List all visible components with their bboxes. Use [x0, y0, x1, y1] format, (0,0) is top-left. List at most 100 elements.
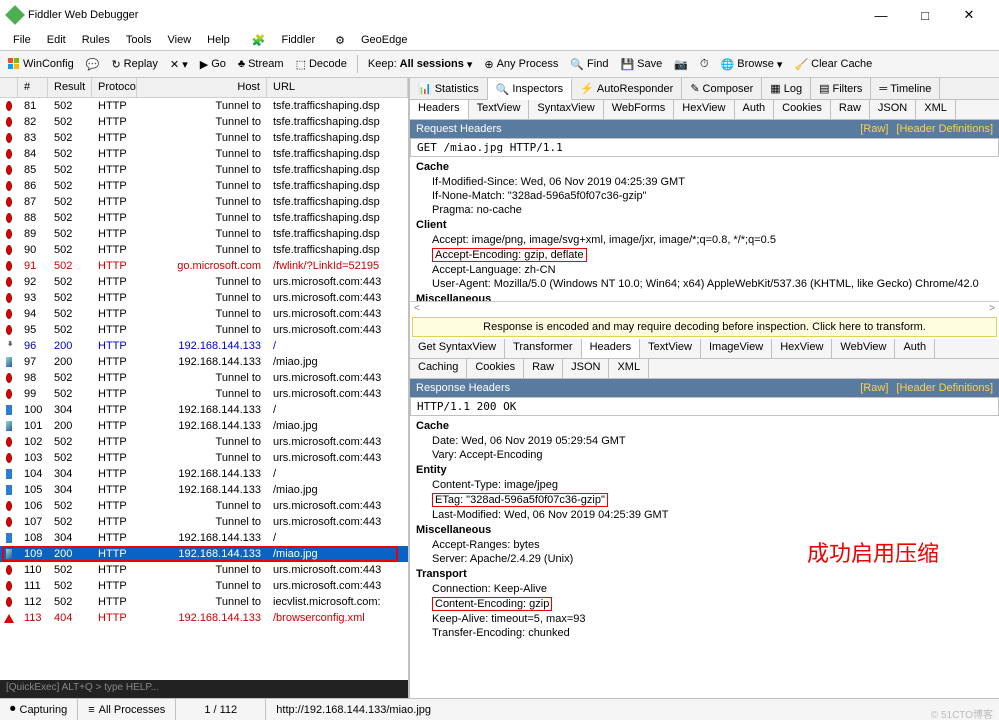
- raw-link[interactable]: [Raw]: [860, 123, 888, 135]
- sessions-grid[interactable]: 81 502 HTTP Tunnel to tsfe.trafficshapin…: [0, 98, 408, 680]
- screenshot-button[interactable]: 📷: [670, 56, 692, 73]
- req-tab-raw[interactable]: Raw: [831, 100, 870, 119]
- menu-file[interactable]: File: [6, 32, 38, 48]
- session-row[interactable]: 111 502 HTTP Tunnel to urs.microsoft.com…: [0, 578, 408, 594]
- session-row[interactable]: 103 502 HTTP Tunnel to urs.microsoft.com…: [0, 450, 408, 466]
- session-row[interactable]: 97 200 HTTP 192.168.144.133 /miao.jpg: [0, 354, 408, 370]
- maximize-button[interactable]: □: [903, 1, 947, 29]
- process-filter[interactable]: ≡ All Processes: [78, 699, 176, 720]
- session-row[interactable]: 93 502 HTTP Tunnel to urs.microsoft.com:…: [0, 290, 408, 306]
- session-row[interactable]: 108 304 HTTP 192.168.144.133 /: [0, 530, 408, 546]
- tree-item[interactable]: User-Agent: Mozilla/5.0 (Windows NT 10.0…: [414, 277, 995, 291]
- session-row[interactable]: 107 502 HTTP Tunnel to urs.microsoft.com…: [0, 514, 408, 530]
- winconfig-button[interactable]: WinConfig: [4, 56, 78, 72]
- req-tab-syntaxview[interactable]: SyntaxView: [529, 100, 603, 119]
- resp-tab-cookies[interactable]: Cookies: [467, 359, 524, 378]
- remove-button[interactable]: ✕ ▾: [166, 56, 192, 73]
- replay-button[interactable]: ↻ Replay: [107, 56, 161, 73]
- request-tree[interactable]: CacheIf-Modified-Since: Wed, 06 Nov 2019…: [410, 157, 999, 301]
- tree-item[interactable]: ETag: "328ad-596a5f0f07c36-gzip": [414, 492, 995, 508]
- header-defs-link[interactable]: [Header Definitions]: [896, 123, 993, 135]
- tree-item[interactable]: Connection: Keep-Alive: [414, 582, 995, 596]
- session-row[interactable]: 86 502 HTTP Tunnel to tsfe.trafficshapin…: [0, 178, 408, 194]
- any-process-button[interactable]: ⊕ Any Process: [480, 56, 562, 73]
- session-row[interactable]: 87 502 HTTP Tunnel to tsfe.trafficshapin…: [0, 194, 408, 210]
- session-row[interactable]: 101 200 HTTP 192.168.144.133 /miao.jpg: [0, 418, 408, 434]
- tree-item[interactable]: Accept-Encoding: gzip, deflate: [414, 247, 995, 263]
- session-row[interactable]: 98 502 HTTP Tunnel to urs.microsoft.com:…: [0, 370, 408, 386]
- session-row[interactable]: 102 502 HTTP Tunnel to urs.microsoft.com…: [0, 434, 408, 450]
- resp-tab-caching[interactable]: Caching: [410, 359, 467, 378]
- menu-geoedge[interactable]: GeoEdge: [354, 32, 414, 48]
- session-row[interactable]: 96 200 HTTP 192.168.144.133 /: [0, 338, 408, 354]
- tree-item[interactable]: If-None-Match: "328ad-596a5f0f07c36-gzip…: [414, 189, 995, 203]
- session-row[interactable]: 109 200 HTTP 192.168.144.133 /miao.jpg: [0, 546, 408, 562]
- resp-tab-transformer[interactable]: Transformer: [505, 339, 582, 358]
- menu-edit[interactable]: Edit: [40, 32, 73, 48]
- timer-button[interactable]: ⏱: [696, 56, 713, 73]
- tree-item[interactable]: Accept: image/png, image/svg+xml, image/…: [414, 233, 995, 247]
- session-row[interactable]: 92 502 HTTP Tunnel to urs.microsoft.com:…: [0, 274, 408, 290]
- session-row[interactable]: 100 304 HTTP 192.168.144.133 /: [0, 402, 408, 418]
- req-tab-cookies[interactable]: Cookies: [774, 100, 831, 119]
- menu-rules[interactable]: Rules: [75, 32, 117, 48]
- go-button[interactable]: ▶ Go: [196, 56, 230, 73]
- req-tab-textview[interactable]: TextView: [469, 100, 530, 119]
- col-url[interactable]: URL: [267, 78, 408, 97]
- comment-button[interactable]: 💬: [82, 56, 104, 73]
- session-row[interactable]: 112 502 HTTP Tunnel to iecvlist.microsof…: [0, 594, 408, 610]
- resp-tab-auth[interactable]: Auth: [895, 339, 935, 358]
- keep-dropdown[interactable]: Keep: All sessions ▾: [364, 56, 476, 73]
- session-row[interactable]: 81 502 HTTP Tunnel to tsfe.trafficshapin…: [0, 98, 408, 114]
- tree-item[interactable]: Date: Wed, 06 Nov 2019 05:29:54 GMT: [414, 434, 995, 448]
- response-tree[interactable]: CacheDate: Wed, 06 Nov 2019 05:29:54 GMT…: [410, 416, 999, 642]
- session-row[interactable]: 110 502 HTTP Tunnel to urs.microsoft.com…: [0, 562, 408, 578]
- menu-view[interactable]: View: [161, 32, 199, 48]
- decode-warning-bar[interactable]: Response is encoded and may require deco…: [412, 317, 997, 337]
- session-row[interactable]: 94 502 HTTP Tunnel to urs.microsoft.com:…: [0, 306, 408, 322]
- req-tab-headers[interactable]: Headers: [410, 100, 469, 119]
- tree-item[interactable]: Content-Encoding: gzip: [414, 596, 995, 612]
- tab-inspectors[interactable]: 🔍 Inspectors: [488, 79, 572, 100]
- tab-composer[interactable]: ✎ Composer: [682, 78, 762, 99]
- resp-tab-hexview[interactable]: HexView: [772, 339, 832, 358]
- capturing-indicator[interactable]: ⏺ Capturing: [0, 699, 78, 720]
- minimize-button[interactable]: —: [859, 1, 903, 29]
- req-tab-xml[interactable]: XML: [916, 100, 956, 119]
- session-row[interactable]: 88 502 HTTP Tunnel to tsfe.trafficshapin…: [0, 210, 408, 226]
- col-host[interactable]: Host: [137, 78, 267, 97]
- session-row[interactable]: 95 502 HTTP Tunnel to urs.microsoft.com:…: [0, 322, 408, 338]
- resp-tab-textview[interactable]: TextView: [640, 339, 701, 358]
- resp-tab-imageview[interactable]: ImageView: [701, 339, 772, 358]
- clear-cache-button[interactable]: 🧹 Clear Cache: [790, 56, 876, 73]
- session-row[interactable]: 83 502 HTTP Tunnel to tsfe.trafficshapin…: [0, 130, 408, 146]
- session-row[interactable]: 113 404 HTTP 192.168.144.133 /browsercon…: [0, 610, 408, 626]
- tree-item[interactable]: Last-Modified: Wed, 06 Nov 2019 04:25:39…: [414, 508, 995, 522]
- req-tab-json[interactable]: JSON: [870, 100, 916, 119]
- resp-tab-raw[interactable]: Raw: [524, 359, 563, 378]
- save-button[interactable]: 💾 Save: [616, 56, 666, 73]
- tab-statistics[interactable]: 📊 Statistics: [410, 78, 488, 99]
- browse-button[interactable]: 🌐 Browse ▾: [717, 56, 787, 73]
- close-button[interactable]: ✕: [947, 1, 991, 29]
- resp-tab-json[interactable]: JSON: [563, 359, 609, 378]
- col-result[interactable]: Result: [48, 78, 92, 97]
- find-button[interactable]: 🔍 Find: [566, 56, 612, 73]
- col-num[interactable]: #: [18, 78, 48, 97]
- tree-item[interactable]: Accept-Language: zh-CN: [414, 263, 995, 277]
- tree-item[interactable]: Vary: Accept-Encoding: [414, 448, 995, 462]
- decode-button[interactable]: ⬚ Decode: [292, 56, 351, 73]
- session-row[interactable]: 89 502 HTTP Tunnel to tsfe.trafficshapin…: [0, 226, 408, 242]
- menu-help[interactable]: Help: [200, 32, 237, 48]
- resp-tab-xml[interactable]: XML: [609, 359, 649, 378]
- tab-log[interactable]: ▦ Log: [762, 78, 811, 99]
- quickexec-bar[interactable]: [QuickExec] ALT+Q > type HELP...: [0, 680, 408, 698]
- menu-tools[interactable]: Tools: [119, 32, 159, 48]
- resp-tab-webview[interactable]: WebView: [832, 339, 895, 358]
- session-row[interactable]: 106 502 HTTP Tunnel to urs.microsoft.com…: [0, 498, 408, 514]
- session-row[interactable]: 90 502 HTTP Tunnel to tsfe.trafficshapin…: [0, 242, 408, 258]
- raw-link-resp[interactable]: [Raw]: [860, 382, 888, 394]
- session-row[interactable]: 85 502 HTTP Tunnel to tsfe.trafficshapin…: [0, 162, 408, 178]
- session-row[interactable]: 84 502 HTTP Tunnel to tsfe.trafficshapin…: [0, 146, 408, 162]
- req-tab-webforms[interactable]: WebForms: [604, 100, 675, 119]
